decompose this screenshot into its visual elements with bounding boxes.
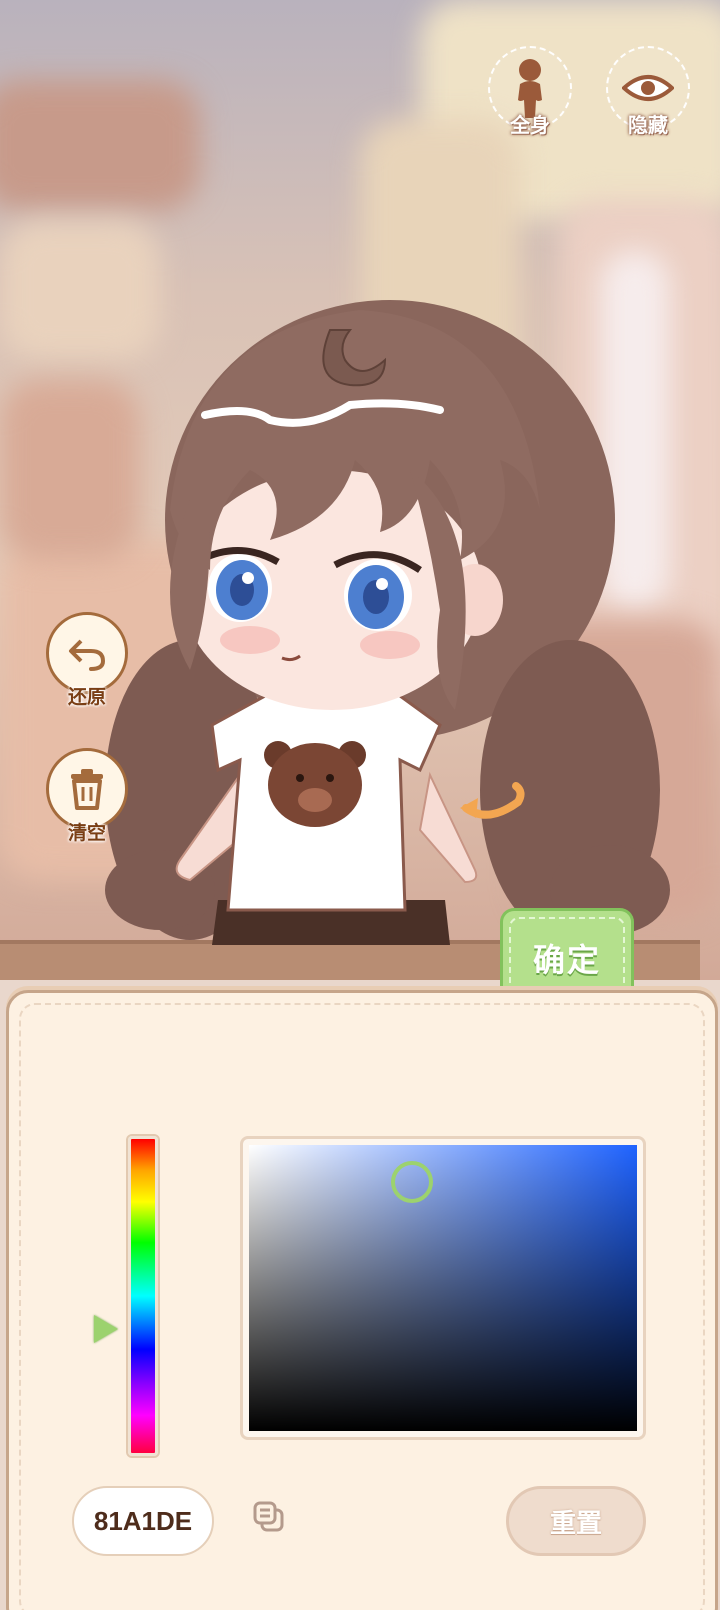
restore-button[interactable]: 还原 <box>46 612 128 708</box>
clear-label: 清空 <box>67 822 106 844</box>
hex-color-field[interactable]: 81A1DE <box>72 1486 214 1556</box>
hue-slider-handle[interactable] <box>94 1315 118 1343</box>
fullbody-view-button[interactable]: 全身 <box>488 46 572 137</box>
chibi-character <box>105 300 670 945</box>
fullbody-label: 全身 <box>510 113 550 137</box>
confirm-label: 确定 <box>532 941 601 979</box>
saturation-value-picker[interactable] <box>249 1145 637 1431</box>
eye-icon <box>622 75 674 101</box>
reset-button[interactable]: 重置 <box>506 1486 646 1556</box>
restore-label: 还原 <box>67 686 106 708</box>
reset-label: 重置 <box>549 1508 602 1539</box>
copy-icon[interactable] <box>252 1500 286 1534</box>
confirm-button[interactable]: 确定 <box>500 908 634 998</box>
rotate-character-icon[interactable] <box>458 778 528 826</box>
clear-button[interactable]: 清空 <box>46 748 128 844</box>
hide-label: 隐藏 <box>628 113 668 137</box>
trash-icon <box>71 769 103 810</box>
undo-icon <box>69 639 106 671</box>
hide-ui-button[interactable]: 隐藏 <box>606 46 690 137</box>
saturation-value-frame <box>240 1136 646 1440</box>
color-picker-handle[interactable] <box>391 1161 433 1203</box>
hue-slider[interactable] <box>128 1136 158 1456</box>
